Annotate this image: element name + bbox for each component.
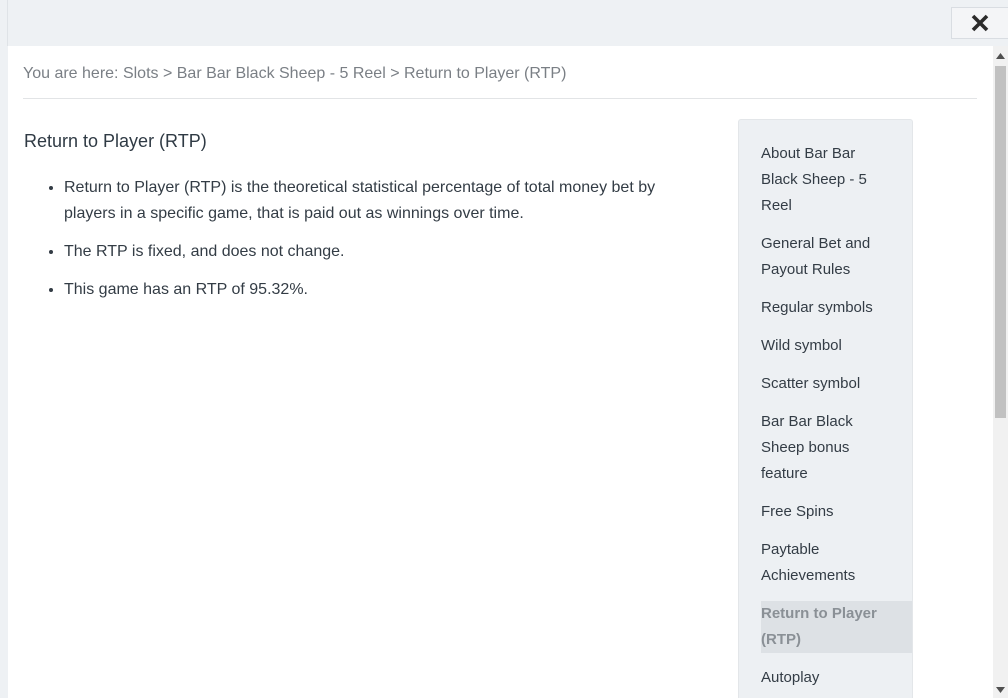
breadcrumb: You are here: Slots > Bar Bar Black Shee… bbox=[23, 65, 566, 83]
breadcrumb-prefix: You are here: bbox=[23, 65, 123, 82]
toc-item-wild-symbol[interactable]: Wild symbol bbox=[761, 333, 890, 359]
vertical-scrollbar[interactable] bbox=[993, 46, 1008, 698]
page-title: Return to Player (RTP) bbox=[24, 131, 207, 151]
close-icon bbox=[971, 14, 989, 32]
table-of-contents: About Bar Bar Black Sheep - 5 Reel Gener… bbox=[738, 119, 913, 698]
toc-item-bonus-feature[interactable]: Bar Bar Black Sheep bonus feature bbox=[761, 409, 890, 487]
toc-item-free-spins[interactable]: Free Spins bbox=[761, 499, 890, 525]
scroll-down-arrow-icon[interactable] bbox=[993, 684, 1008, 696]
help-panel: You are here: Slots > Bar Bar Black Shee… bbox=[8, 46, 993, 698]
list-item: This game has an RTP of 95.32%. bbox=[64, 277, 664, 303]
toc-item-autoplay[interactable]: Autoplay bbox=[761, 665, 890, 691]
breadcrumb-separator: > bbox=[385, 65, 404, 82]
close-button[interactable] bbox=[951, 7, 1008, 39]
toc-item-paytable-achievements[interactable]: Paytable Achievements bbox=[761, 537, 890, 589]
scrollbar-thumb[interactable] bbox=[995, 66, 1006, 418]
list-item: Return to Player (RTP) is the theoretica… bbox=[64, 175, 664, 227]
breadcrumb-link-game[interactable]: Bar Bar Black Sheep - 5 Reel bbox=[177, 65, 386, 82]
toc-item-general-bet-rules[interactable]: General Bet and Payout Rules bbox=[761, 231, 890, 283]
breadcrumb-divider bbox=[23, 98, 977, 99]
content-bullet-list: Return to Player (RTP) is the theoretica… bbox=[24, 175, 664, 315]
breadcrumb-link-slots[interactable]: Slots bbox=[123, 65, 159, 82]
breadcrumb-current: Return to Player (RTP) bbox=[403, 65, 567, 82]
list-item: The RTP is fixed, and does not change. bbox=[64, 239, 664, 265]
top-bar bbox=[0, 0, 1008, 46]
toc-item-regular-symbols[interactable]: Regular symbols bbox=[761, 295, 890, 321]
scroll-up-arrow-icon[interactable] bbox=[993, 50, 1008, 62]
toc-item-rtp-active[interactable]: Return to Player (RTP) bbox=[761, 601, 912, 653]
toc-item-about[interactable]: About Bar Bar Black Sheep - 5 Reel bbox=[761, 141, 890, 219]
topbar-divider bbox=[7, 0, 8, 46]
breadcrumb-separator: > bbox=[158, 65, 177, 82]
toc-item-scatter-symbol[interactable]: Scatter symbol bbox=[761, 371, 890, 397]
